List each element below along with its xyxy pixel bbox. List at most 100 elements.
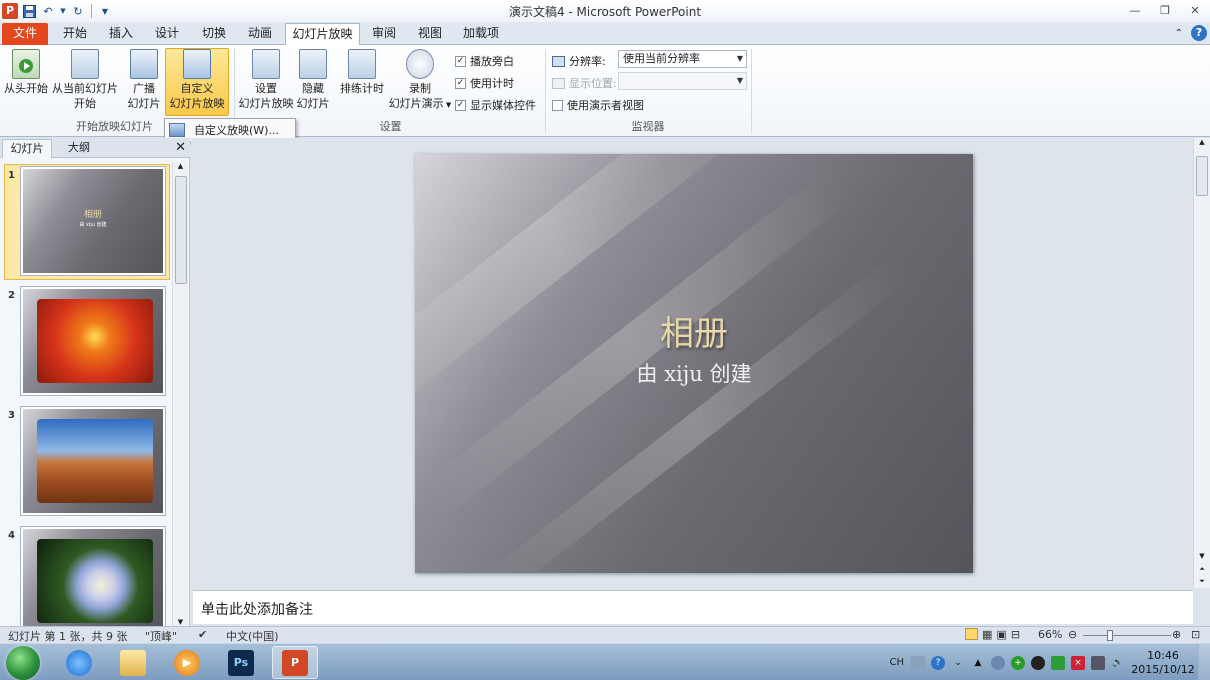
custom-show-icon xyxy=(169,123,185,137)
help-icon[interactable]: ? xyxy=(1191,25,1207,41)
resolution-dropdown[interactable]: 使用当前分辨率 ▼ xyxy=(618,50,747,68)
slides-scrollbar[interactable]: ▲ ▼ xyxy=(172,162,188,626)
fit-to-window-icon[interactable]: ⊡ xyxy=(1191,628,1200,641)
scroll-down-icon[interactable]: ▼ xyxy=(1194,552,1210,560)
play-narration-checkbox[interactable]: ✓ 播放旁白 xyxy=(455,53,514,69)
from-current-slide-button[interactable]: 从当前幻灯片 开始 xyxy=(52,49,118,111)
hide-slide-icon xyxy=(299,49,327,79)
slide-thumbnail-2[interactable] xyxy=(20,286,166,396)
slide-thumbnail-4[interactable] xyxy=(20,526,166,626)
scroll-up-icon[interactable]: ▲ xyxy=(173,162,188,170)
restore-icon[interactable]: ❐ xyxy=(1150,0,1180,20)
broadcast-slideshow-button[interactable]: 广播 幻灯片 xyxy=(123,49,165,111)
show-desktop-button[interactable] xyxy=(1198,644,1210,680)
clock[interactable]: 10:46 2015/10/12 xyxy=(1128,649,1198,677)
network-error-icon[interactable]: × xyxy=(1071,655,1085,670)
network-icon[interactable] xyxy=(1091,655,1105,670)
group-separator xyxy=(545,49,546,133)
use-timings-checkbox[interactable]: ✓ 使用计时 xyxy=(455,75,514,91)
keyboard-icon[interactable] xyxy=(911,655,925,670)
system-tray: CH ? ⌄ ▲ + × 🔈 10:46 2015/10/12 xyxy=(889,644,1210,680)
custom-show-icon xyxy=(183,49,211,79)
close-icon[interactable]: ✕ xyxy=(1180,0,1210,20)
tab-slides[interactable]: 幻灯片 xyxy=(2,139,52,158)
show-media-controls-checkbox[interactable]: ✓ 显示媒体控件 xyxy=(455,97,536,113)
slideshow-view-icon[interactable]: ⊟ xyxy=(1011,628,1020,641)
ime-indicator[interactable]: CH xyxy=(889,657,904,668)
normal-view-icon[interactable] xyxy=(965,628,978,640)
tab-view[interactable]: 视图 xyxy=(410,23,450,45)
tab-animations[interactable]: 动画 xyxy=(240,23,280,45)
scroll-thumb[interactable] xyxy=(1196,156,1208,196)
next-slide-icon[interactable]: ⏷ xyxy=(1194,577,1210,586)
tab-addins[interactable]: 加载项 xyxy=(458,23,504,45)
taskbar-powerpoint[interactable]: P xyxy=(272,646,318,679)
ribbon-tab-bar: 文件 开始 插入 设计 切换 动画 幻灯片放映 审阅 视图 加载项 ⌃ ? xyxy=(0,22,1210,45)
current-slide[interactable]: 相册 由 xiju 创建 xyxy=(415,154,973,573)
checkbox-checked-icon: ✓ xyxy=(455,99,466,111)
slides-pane-tabs: 幻灯片 大纲 ✕ xyxy=(0,138,190,158)
custom-slideshow-button[interactable]: 自定义 幻灯片放映 ▼ xyxy=(165,48,229,126)
taskbar-photoshop[interactable]: Ps xyxy=(218,646,264,679)
presenter-view-checkbox[interactable]: 使用演示者视图 xyxy=(552,97,644,113)
monitor-icon xyxy=(552,55,565,67)
media-player-icon: ▶ xyxy=(174,649,200,676)
spellcheck-icon[interactable]: ✔ xyxy=(198,628,207,641)
reading-view-icon[interactable]: ▣ xyxy=(996,628,1006,641)
tab-home[interactable]: 开始 xyxy=(55,23,95,45)
show-hidden-icons-icon[interactable]: ▲ xyxy=(971,656,985,670)
slide-thumbnail-3[interactable] xyxy=(20,406,166,516)
language-status[interactable]: 中文(中国) xyxy=(226,628,279,644)
rehearse-timings-button[interactable]: 排练计时 xyxy=(339,49,385,96)
zoom-slider[interactable] xyxy=(1083,635,1171,636)
tab-review[interactable]: 审阅 xyxy=(364,23,404,45)
photoshop-icon: Ps xyxy=(228,649,254,676)
notes-pane[interactable]: 单击此处添加备注 xyxy=(193,590,1193,624)
taskbar-ie[interactable] xyxy=(56,646,102,679)
slide-thumbnail-1[interactable]: 相册 由 xiju 创建 xyxy=(20,166,166,276)
qq-icon[interactable] xyxy=(1031,655,1045,670)
volume-icon[interactable]: 🔈 xyxy=(1111,656,1125,670)
zoom-in-icon[interactable]: ⊕ xyxy=(1172,628,1181,641)
broadcast-icon xyxy=(130,49,158,79)
theme-status: "顶峰" xyxy=(145,630,178,643)
tab-slide-show[interactable]: 幻灯片放映 xyxy=(285,23,360,45)
add-icon[interactable]: + xyxy=(1011,655,1025,670)
ime-options-icon[interactable]: ⌄ xyxy=(951,656,965,670)
setup-slideshow-button[interactable]: 设置 幻灯片放映 xyxy=(238,49,294,111)
thumb-subtitle: 由 xiju 创建 xyxy=(79,222,107,228)
taskbar-explorer[interactable] xyxy=(110,646,156,679)
record-slideshow-button[interactable]: 录制 幻灯片演示 ▼ xyxy=(388,49,452,113)
zoom-slider-thumb[interactable] xyxy=(1107,630,1113,641)
shield-icon[interactable] xyxy=(1051,655,1065,670)
custom-shows-menu-item[interactable]: 自定义放映(W)... xyxy=(169,121,291,139)
minimize-icon[interactable]: — xyxy=(1120,0,1150,20)
show-on-dropdown[interactable]: ▼ xyxy=(618,72,747,90)
close-pane-icon[interactable]: ✕ xyxy=(175,140,186,155)
editor-scrollbar[interactable]: ▲ ▼ ⏶ ⏷ xyxy=(1193,138,1210,588)
tab-design[interactable]: 设计 xyxy=(147,23,187,45)
tab-file[interactable]: 文件 xyxy=(2,23,48,45)
slide-sorter-icon[interactable]: ▦ xyxy=(982,628,992,641)
desert-photo xyxy=(37,419,153,503)
from-beginning-button[interactable]: 从头开始 xyxy=(3,49,49,96)
scroll-up-icon[interactable]: ▲ xyxy=(1194,138,1210,146)
minimize-ribbon-icon[interactable]: ⌃ xyxy=(1175,28,1183,39)
help-icon[interactable]: ? xyxy=(931,655,945,670)
tab-insert[interactable]: 插入 xyxy=(101,23,141,45)
user-icon[interactable] xyxy=(991,655,1005,670)
tab-transitions[interactable]: 切换 xyxy=(194,23,234,45)
scroll-down-icon[interactable]: ▼ xyxy=(173,618,188,626)
tab-outline[interactable]: 大纲 xyxy=(54,139,104,158)
slide-title[interactable]: 相册 xyxy=(415,306,973,355)
zoom-out-icon[interactable]: ⊖ xyxy=(1068,628,1077,641)
start-button[interactable] xyxy=(6,646,40,680)
hide-slide-button[interactable]: 隐藏 幻灯片 xyxy=(296,49,330,111)
window-title: 演示文稿4 - Microsoft PowerPoint xyxy=(508,5,702,19)
checkbox-unchecked-icon xyxy=(552,99,563,111)
zoom-level[interactable]: 66% xyxy=(1038,628,1062,641)
scroll-thumb[interactable] xyxy=(175,176,187,284)
previous-slide-icon[interactable]: ⏶ xyxy=(1194,565,1210,574)
slide-subtitle[interactable]: 由 xiju 创建 xyxy=(415,358,973,388)
taskbar-media-player[interactable]: ▶ xyxy=(164,646,210,679)
